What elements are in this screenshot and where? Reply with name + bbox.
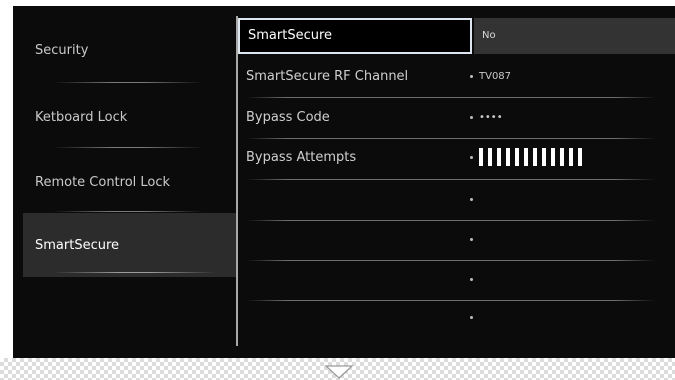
left-menu: Security Ketboard Lock Remote Control Lo…: [13, 6, 236, 358]
bullet-icon: [470, 237, 473, 241]
attempt-bar: [506, 148, 510, 166]
bullet-icon: [470, 74, 473, 78]
bullet-icon: [470, 277, 473, 281]
option-value-field: [470, 220, 479, 260]
option-row-bypass-attempts[interactable]: Bypass Attempts: [238, 138, 675, 178]
option-label: Bypass Code: [246, 110, 330, 125]
menu-item-smartsecure[interactable]: SmartSecure: [23, 213, 236, 277]
menu-item-label: Ketboard Lock: [35, 109, 128, 125]
option-row-smartsecure[interactable]: SmartSecure No: [238, 18, 675, 58]
tv-settings-screen: Security Ketboard Lock Remote Control Lo…: [0, 0, 675, 380]
menu-divider: [53, 211, 203, 212]
menu-item-security[interactable]: Security: [23, 18, 236, 82]
attempt-bar: [524, 148, 528, 166]
option-label: SmartSecure RF Channel: [246, 69, 409, 84]
option-value-field: [470, 180, 479, 220]
menu-item-label: Remote Control Lock: [35, 174, 171, 190]
option-value-field[interactable]: TV087: [470, 57, 511, 97]
masked-code-value: ••••: [479, 112, 503, 123]
attempt-bar: [560, 148, 564, 166]
attempt-bar: [578, 148, 582, 166]
focused-option-value[interactable]: No: [474, 18, 675, 54]
chevron-down-icon[interactable]: [324, 364, 354, 380]
empty-option-row[interactable]: [238, 220, 675, 260]
menu-item-label: Security: [35, 42, 89, 58]
bullet-icon: [470, 315, 473, 319]
attempt-bar: [488, 148, 492, 166]
option-value-field: [470, 260, 479, 300]
settings-panel: Security Ketboard Lock Remote Control Lo…: [13, 6, 675, 358]
bypass-attempts-value[interactable]: [470, 138, 582, 178]
menu-divider: [53, 147, 203, 148]
empty-option-row[interactable]: [238, 298, 675, 338]
options-list: SmartSecure No SmartSecure RF Channel TV…: [238, 18, 675, 348]
bullet-icon: [470, 197, 473, 201]
attempt-bar: [569, 148, 573, 166]
bypass-attempts-bars: [479, 148, 582, 166]
attempt-bar: [515, 148, 519, 166]
option-row-rf-channel[interactable]: SmartSecure RF Channel TV087: [238, 57, 675, 97]
bullet-icon: [470, 115, 473, 119]
menu-divider: [53, 82, 203, 83]
menu-item-label: SmartSecure: [35, 237, 120, 253]
empty-option-row[interactable]: [238, 260, 675, 300]
bullet-icon: [470, 155, 473, 159]
option-label: Bypass Attempts: [246, 150, 357, 165]
attempt-bar: [542, 148, 546, 166]
menu-item-remote-control-lock[interactable]: Remote Control Lock: [23, 150, 236, 214]
focused-option-label[interactable]: SmartSecure: [238, 18, 472, 54]
option-value-field[interactable]: ••••: [470, 98, 503, 138]
attempt-bar: [551, 148, 555, 166]
option-row-bypass-code[interactable]: Bypass Code ••••: [238, 98, 675, 138]
attempt-bar: [497, 148, 501, 166]
attempt-bar: [533, 148, 537, 166]
option-value-field: [470, 298, 479, 338]
menu-item-keyboard-lock[interactable]: Ketboard Lock: [23, 85, 236, 149]
attempt-bar: [479, 148, 483, 166]
empty-option-row[interactable]: [238, 180, 675, 220]
option-value: TV087: [479, 71, 512, 82]
